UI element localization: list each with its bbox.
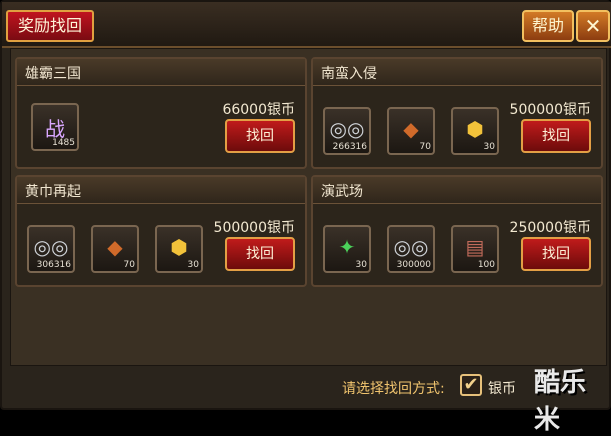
retrieve-button[interactable]: 找回 (521, 119, 591, 153)
silver-coins-icon: ◎◎ (329, 117, 365, 141)
silver-option-checkbox[interactable]: ✔ (460, 374, 482, 396)
gold-hex-icon: ⬢ (170, 235, 188, 259)
reward-item[interactable]: ◎◎ 266316 (323, 107, 371, 155)
item-count: 1485 (52, 138, 75, 148)
silver-coins-icon: ◎◎ (33, 235, 69, 259)
close-button[interactable]: ✕ (576, 10, 610, 42)
item-count: 100 (477, 260, 495, 270)
reward-item[interactable]: ▤ 100 (451, 225, 499, 273)
card-title: 演武场 (321, 184, 363, 200)
card-header: 雄霸三国 (17, 59, 305, 86)
card-nanman-ruqin: 南蛮入侵 ◎◎ 266316 ◆ 70 ⬢ 30 500000银币 找回 (311, 57, 603, 169)
card-title: 雄霸三国 (25, 66, 81, 82)
watermark-logo: 酷乐米 (534, 368, 587, 435)
reward-recovery-window: 奖励找回 帮助 ✕ 雄霸三国 战 1485 66000银币 找回 南蛮入侵 ◎◎… (0, 0, 611, 435)
fire-gem-icon: ◆ (403, 117, 419, 141)
card-huangjin-zaiqi: 黄巾再起 ◎◎ 306316 ◆ 70 ⬢ 30 500000银币 找回 (15, 175, 307, 287)
title-bar: 奖励找回 帮助 ✕ (2, 2, 611, 48)
silver-option-label: 银币 (488, 381, 516, 397)
window-title: 奖励找回 (6, 10, 95, 42)
reward-item[interactable]: ◎◎ 300000 (387, 225, 435, 273)
silver-coins-icon: ◎◎ (393, 235, 429, 259)
item-count: 266316 (332, 142, 367, 152)
retrieve-button[interactable]: 找回 (521, 237, 591, 271)
reward-item[interactable]: ⬢ 30 (155, 225, 203, 273)
price-label: 66000银币 (222, 102, 295, 118)
card-yanwuchang: 演武场 ✦ 30 ◎◎ 300000 ▤ 100 250000银币 找回 (311, 175, 603, 287)
card-title: 黄巾再起 (25, 184, 81, 200)
reward-item[interactable]: 战 1485 (31, 103, 79, 151)
item-count: 70 (419, 142, 431, 152)
scroll-token-icon: ▤ (465, 235, 485, 259)
reward-item[interactable]: ◎◎ 306316 (27, 225, 75, 273)
method-prompt: 请选择找回方式: (342, 381, 445, 397)
help-button[interactable]: 帮助 (522, 10, 574, 42)
retrieve-button[interactable]: 找回 (225, 237, 295, 271)
card-xiongba-sanguo: 雄霸三国 战 1485 66000银币 找回 (15, 57, 307, 169)
card-header: 南蛮入侵 (313, 59, 601, 86)
item-count: 30 (483, 142, 495, 152)
card-header: 演武场 (313, 177, 601, 204)
retrieve-button[interactable]: 找回 (225, 119, 295, 153)
green-crystal-icon: ✦ (338, 235, 356, 259)
card-header: 黄巾再起 (17, 177, 305, 204)
price-label: 500000银币 (213, 220, 295, 236)
item-count: 300000 (396, 260, 431, 270)
fire-gem-icon: ◆ (107, 235, 123, 259)
reward-item[interactable]: ◆ 70 (387, 107, 435, 155)
item-count: 306316 (36, 260, 71, 270)
reward-item[interactable]: ⬢ 30 (451, 107, 499, 155)
item-count: 70 (123, 260, 135, 270)
item-count: 30 (355, 260, 367, 270)
reward-item[interactable]: ✦ 30 (323, 225, 371, 273)
cards-area: 雄霸三国 战 1485 66000银币 找回 南蛮入侵 ◎◎ 266316 ◆ … (10, 48, 607, 366)
price-label: 500000银币 (509, 102, 591, 118)
reward-item[interactable]: ◆ 70 (91, 225, 139, 273)
price-label: 250000银币 (509, 220, 591, 236)
card-title: 南蛮入侵 (321, 66, 377, 82)
item-count: 30 (187, 260, 199, 270)
gold-hex-icon: ⬢ (466, 117, 484, 141)
